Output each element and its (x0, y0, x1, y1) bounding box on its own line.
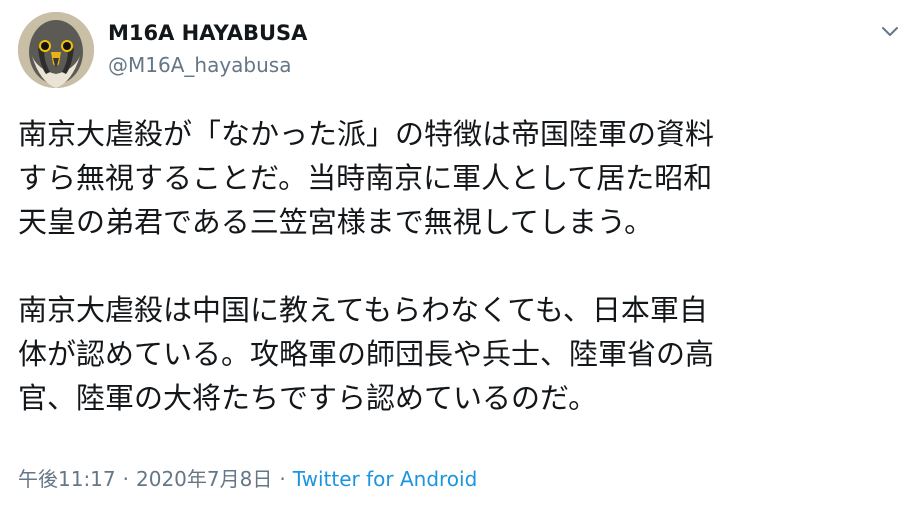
tweet-date[interactable]: 2020年7月8日 (136, 467, 272, 491)
meta-separator: · (122, 467, 129, 491)
tweet-line: 官、陸軍の大将たちですら認めているのだ。 (18, 381, 598, 415)
tweet-line: すら無視することだ。当時南京に軍人として居た昭和 (18, 161, 713, 195)
tweet-line: 南京大虐殺は中国に教えてもらわなくても、日本軍自 (18, 293, 708, 327)
tweet-paragraph: 南京大虐殺が「なかった派」の特徴は帝国陸軍の資料 すら無視することだ。当時南京に… (18, 112, 898, 244)
tweet-metadata: 午後11:17 · 2020年7月8日 · Twitter for Android (18, 465, 477, 493)
tweet-line: 天皇の弟君である三笠宮様まで無視してしまう。 (18, 205, 654, 239)
display-name[interactable]: M16A HAYABUSA (108, 19, 307, 47)
tweet: M16A HAYABUSA @M16A_hayabusa 南京大虐殺が「なかった… (0, 0, 913, 510)
chevron-down-icon (882, 27, 898, 36)
meta-separator: · (279, 467, 286, 491)
tweet-text: 南京大虐殺が「なかった派」の特徴は帝国陸軍の資料 すら無視することだ。当時南京に… (18, 112, 898, 420)
user-handle[interactable]: @M16A_hayabusa (108, 52, 291, 78)
tweet-menu-button[interactable] (875, 16, 905, 46)
tweet-paragraph: 南京大虐殺は中国に教えてもらわなくても、日本軍自 体が認めている。攻略軍の師団長… (18, 288, 898, 420)
falcon-avatar-icon (18, 12, 94, 88)
avatar[interactable] (18, 12, 94, 88)
tweet-line: 体が認めている。攻略軍の師団長や兵士、陸軍省の高 (18, 337, 715, 371)
tweet-line: 南京大虐殺が「なかった派」の特徴は帝国陸軍の資料 (18, 117, 715, 151)
tweet-time[interactable]: 午後11:17 (18, 467, 116, 491)
tweet-source-link[interactable]: Twitter for Android (293, 467, 478, 491)
